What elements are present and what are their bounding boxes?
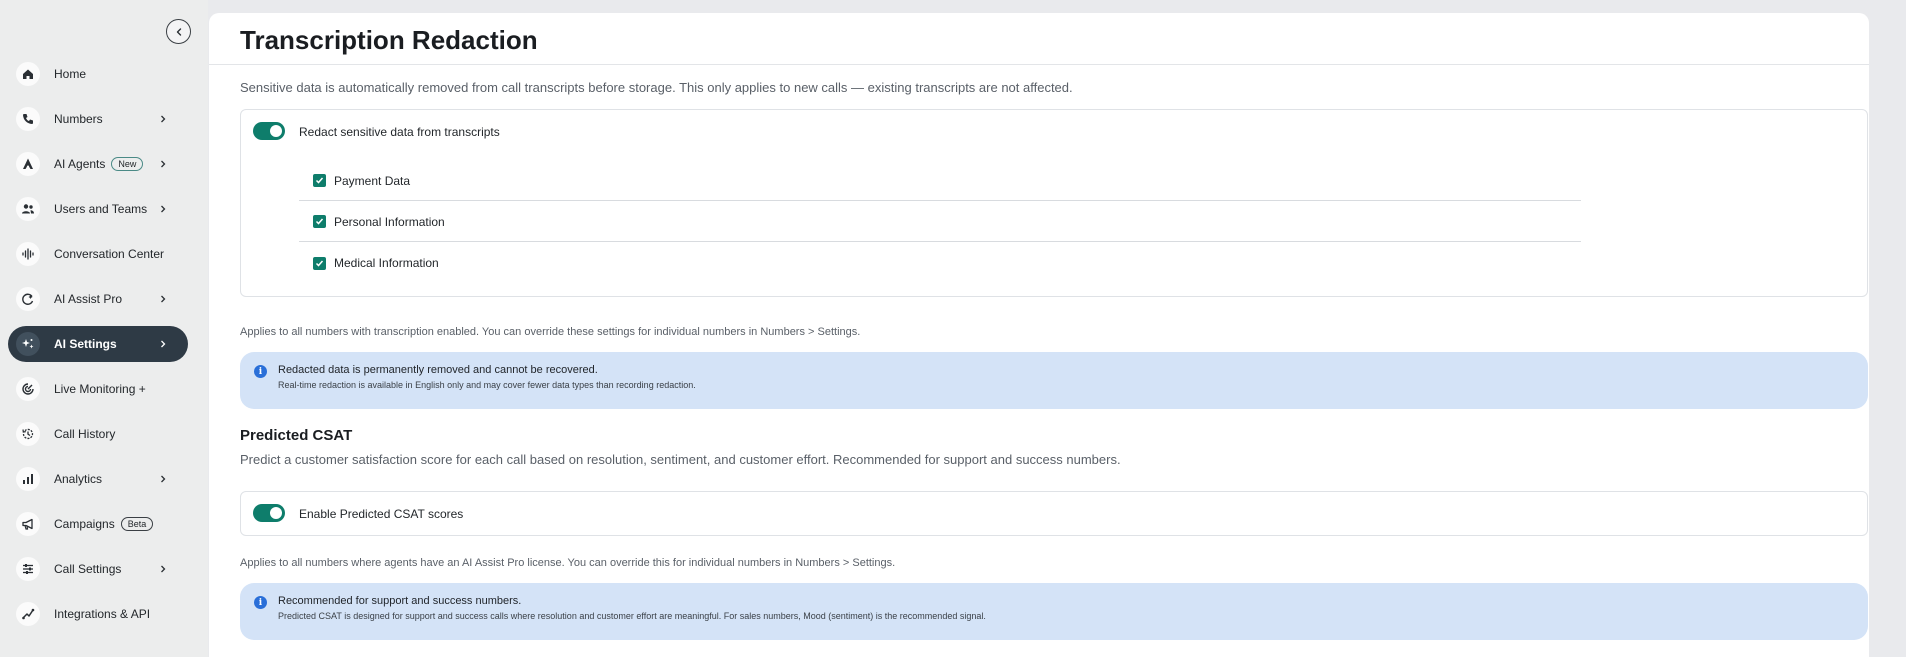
option-medical-information: Medical Information (299, 243, 1581, 283)
checkmark-icon (315, 177, 324, 184)
main-panel: Transcription Redaction Sensitive data i… (209, 13, 1869, 657)
sidebar-item-label: AI Assist Pro (54, 292, 123, 306)
sidebar-item-ai-settings[interactable]: AI Settings (8, 326, 188, 362)
sidebar-item-label: Campaigns (54, 517, 115, 531)
chevron-right-icon (156, 337, 170, 351)
chevron-right-icon (156, 472, 170, 486)
sliders-icon (16, 557, 40, 581)
sidebar-item-call-settings[interactable]: Call Settings (8, 551, 188, 587)
sidebar-nav: Home Numbers AI Agents New Users and Tea… (8, 56, 188, 641)
payment-data-checkbox[interactable] (313, 174, 326, 187)
sidebar-item-campaigns[interactable]: Campaigns Beta (8, 506, 188, 542)
analytics-icon (16, 467, 40, 491)
collapse-sidebar-button[interactable] (166, 19, 191, 44)
sidebar-item-home[interactable]: Home (8, 56, 188, 92)
sidebar-item-ai-agents[interactable]: AI Agents New (8, 146, 188, 182)
csat-card: Enable Predicted CSAT scores (240, 491, 1868, 536)
home-icon (16, 62, 40, 86)
page-title: Transcription Redaction (240, 25, 538, 55)
sparkle-settings-icon (16, 332, 40, 356)
history-icon (16, 422, 40, 446)
info-icon: i (254, 596, 267, 609)
personal-information-checkbox[interactable] (313, 215, 326, 228)
sidebar-item-label: Integrations & API (54, 607, 151, 621)
new-badge: New (111, 157, 144, 171)
monitoring-icon (16, 377, 40, 401)
chevron-left-icon (176, 27, 181, 36)
sidebar-item-label: Live Monitoring + (54, 382, 146, 396)
redaction-info-banner: i Redacted data is permanently removed a… (240, 352, 1868, 409)
sidebar-item-label: Analytics (54, 472, 103, 486)
info-subtitle: Real-time redaction is available in Engl… (278, 380, 696, 390)
sidebar-item-label: AI Agents (54, 157, 106, 171)
medical-information-checkbox[interactable] (313, 256, 326, 270)
medical-information-label: Medical Information (334, 256, 439, 270)
option-payment-data: Payment Data (299, 161, 1581, 201)
csat-info-banner: i Recommended for support and success nu… (240, 583, 1868, 640)
sidebar-item-label: Call Settings (54, 562, 122, 576)
ai-agent-icon (16, 152, 40, 176)
sidebar-item-label: Users and Teams (54, 202, 148, 216)
info-title: Recommended for support and success numb… (278, 595, 522, 607)
personal-information-label: Personal Information (334, 214, 445, 229)
sidebar-item-label: Home (54, 67, 87, 81)
csat-section-title: Predicted CSAT (240, 427, 353, 444)
info-title: Redacted data is permanently removed and… (278, 364, 598, 376)
sidebar-item-label: Conversation Center (54, 247, 165, 261)
sidebar: Home Numbers AI Agents New Users and Tea… (0, 0, 208, 657)
csat-description: Predict a customer satisfaction score fo… (240, 452, 1121, 467)
assist-icon (16, 287, 40, 311)
sidebar-item-analytics[interactable]: Analytics (8, 461, 188, 497)
sidebar-item-conversation-center[interactable]: Conversation Center (8, 236, 188, 272)
csat-toggle-label: Enable Predicted CSAT scores (299, 507, 464, 521)
redaction-toggle[interactable] (253, 122, 285, 140)
chevron-right-icon (156, 157, 170, 171)
redaction-note: Applies to all numbers with transcriptio… (240, 326, 861, 338)
checkmark-icon (315, 218, 324, 225)
sidebar-item-ai-assist-pro[interactable]: AI Assist Pro (8, 281, 188, 317)
payment-data-label: Payment Data (334, 173, 411, 188)
sidebar-item-label: AI Settings (54, 337, 117, 351)
chevron-right-icon (156, 562, 170, 576)
sidebar-item-users-and-teams[interactable]: Users and Teams (8, 191, 188, 227)
users-icon (16, 197, 40, 221)
csat-note: Applies to all numbers where agents have… (240, 557, 896, 569)
checkmark-icon (315, 260, 324, 267)
integrations-icon (16, 602, 40, 626)
waveform-icon (16, 242, 40, 266)
sidebar-item-call-history[interactable]: Call History (8, 416, 188, 452)
chevron-right-icon (156, 292, 170, 306)
sidebar-item-label: Call History (54, 427, 116, 441)
redaction-description: Sensitive data is automatically removed … (240, 80, 1073, 95)
chevron-right-icon (156, 202, 170, 216)
sidebar-item-numbers[interactable]: Numbers (8, 101, 188, 137)
chevron-right-icon (156, 112, 170, 126)
redaction-toggle-label: Redact sensitive data from transcripts (299, 125, 500, 139)
sidebar-item-label: Numbers (54, 112, 103, 126)
beta-badge: Beta (120, 517, 154, 531)
sidebar-item-live-monitoring[interactable]: Live Monitoring + (8, 371, 188, 407)
info-icon: i (254, 365, 267, 378)
sidebar-item-integrations[interactable]: Integrations & API (8, 596, 188, 632)
page-header: Transcription Redaction (209, 13, 1869, 65)
phone-icon (16, 107, 40, 131)
csat-toggle[interactable] (253, 504, 285, 522)
info-subtitle: Predicted CSAT is designed for support a… (278, 611, 986, 621)
redaction-card: Redact sensitive data from transcripts P… (240, 109, 1868, 297)
option-personal-information: Personal Information (299, 202, 1581, 242)
megaphone-icon (16, 512, 40, 536)
